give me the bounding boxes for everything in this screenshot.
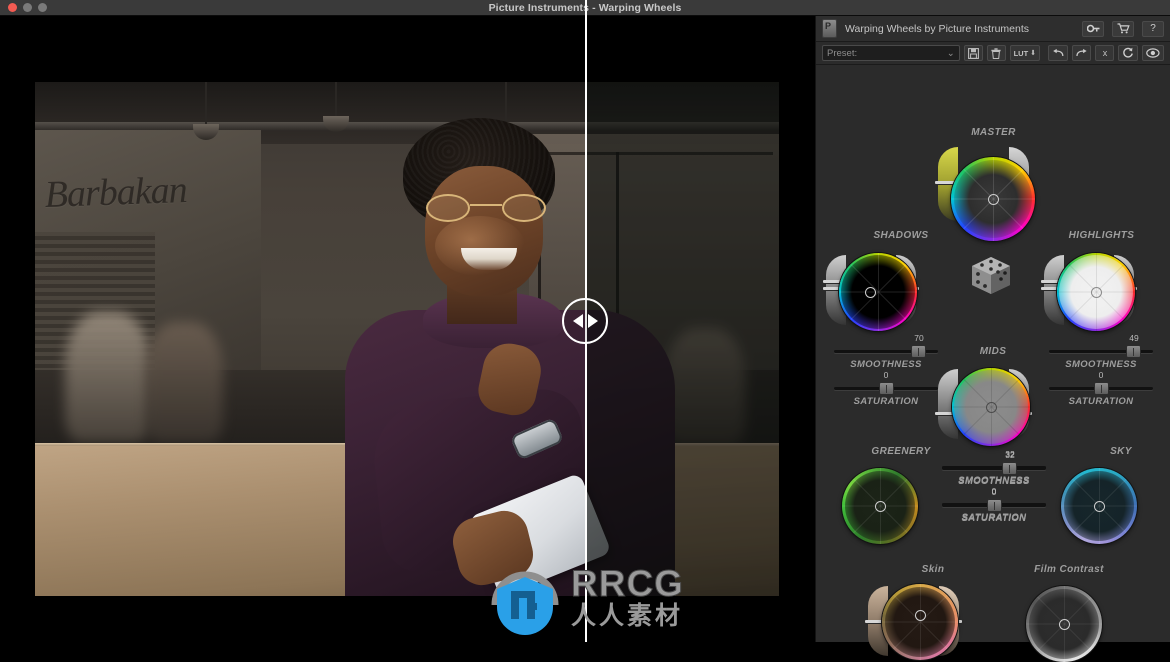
trash-icon	[991, 47, 1001, 59]
watermark-subtitle: 人人素材	[571, 602, 684, 630]
label-highlights-saturation: SATURATION	[1068, 396, 1134, 407]
label-highlights-smoothness: SMOOTHNESS	[1065, 359, 1137, 370]
slider-knob[interactable]	[911, 345, 926, 358]
wheel-knob-mids[interactable]	[986, 402, 997, 413]
reset-circular-arrow-icon	[1123, 47, 1134, 58]
slider-knob[interactable]	[1126, 345, 1141, 358]
save-preset-button[interactable]	[963, 45, 983, 61]
delete-preset-button[interactable]	[986, 45, 1006, 61]
wheel-mids[interactable]	[952, 368, 1030, 446]
clear-button[interactable]: x	[1095, 45, 1115, 61]
wheel-sky[interactable]	[1061, 468, 1137, 544]
plugin-panel: P Warping Wheels by Picture Instruments …	[815, 16, 1170, 662]
label-mids: MIDS	[979, 346, 1007, 357]
wheel-greenery[interactable]	[842, 468, 918, 544]
help-button[interactable]: ?	[1142, 20, 1164, 37]
slider-greenery-sky-smoothness[interactable]: 32	[942, 450, 1046, 475]
dice-randomize-button[interactable]	[967, 251, 1015, 299]
cafe-scene-after	[585, 82, 779, 596]
wheel-film-contrast[interactable]	[1026, 586, 1102, 662]
wheel-knob-film-contrast[interactable]	[1059, 619, 1070, 630]
cart-icon	[1117, 23, 1130, 34]
slider-knob[interactable]	[879, 382, 894, 395]
wheel-knob-greenery[interactable]	[875, 501, 886, 512]
undo-button[interactable]	[1047, 45, 1068, 61]
slider-greenery-sky-saturation[interactable]: 0	[942, 487, 1046, 512]
watermark-text: RRCG 人人素材	[571, 565, 684, 629]
eye-compare-icon	[1146, 48, 1160, 58]
wheel-knob-sky[interactable]	[1094, 501, 1105, 512]
compare-toggle-button[interactable]	[1142, 45, 1164, 61]
slider-value: 0	[991, 487, 997, 497]
wheel-knob-skin[interactable]	[915, 610, 926, 621]
label-highlights: HIGHLIGHTS	[1068, 230, 1135, 241]
split-left-arrow-icon	[572, 314, 583, 328]
chevron-down-icon: ⌄	[946, 47, 955, 59]
label-shadows-smoothness: SMOOTHNESS	[850, 359, 922, 370]
label-film-contrast: Film Contrast	[1034, 564, 1104, 575]
photo-after-half	[585, 82, 779, 596]
slider-highlights-smoothness[interactable]: 49	[1049, 333, 1153, 358]
save-icon	[967, 47, 979, 59]
slider-value: 0	[1098, 370, 1104, 380]
slider-knob[interactable]	[1002, 462, 1017, 475]
picture-instruments-logo-icon: P	[822, 19, 837, 38]
preset-label: Preset:	[827, 47, 858, 59]
wheel-knob-highlights[interactable]	[1091, 287, 1102, 298]
wheels-area: MASTER SHADOWS HIGHLIGHTS 70 SMOOTHNESS …	[816, 65, 1170, 662]
split-right-arrow-icon	[587, 314, 598, 328]
undo-icon	[1053, 48, 1064, 57]
watermark-brand: RRCG	[571, 563, 684, 604]
label-sky: SKY	[1110, 446, 1132, 457]
image-canvas[interactable]: Barbakan RRCG 人人素材	[0, 16, 815, 642]
cart-button[interactable]	[1112, 20, 1134, 37]
cafe-scene-before: Barbakan	[35, 82, 585, 596]
lut-button[interactable]: LUT ⬇	[1009, 45, 1040, 61]
key-icon	[1086, 24, 1099, 33]
before-after-split-handle[interactable]	[562, 298, 608, 344]
slider-track	[942, 467, 1046, 470]
label-greenery-sky-smoothness: SMOOTHNESS	[958, 476, 1030, 487]
dice-icon	[972, 257, 1010, 294]
wheel-knob-master[interactable]	[988, 194, 999, 205]
wheel-master[interactable]	[951, 157, 1035, 241]
slider-value: 0	[883, 370, 889, 380]
wheel-shadows[interactable]	[839, 253, 917, 331]
label-skin: Skin	[921, 564, 945, 575]
rrcg-logo-icon	[487, 559, 563, 635]
label-master: MASTER	[971, 127, 1016, 138]
label-greenery: GREENERY	[871, 446, 931, 457]
slider-knob[interactable]	[987, 499, 1002, 512]
plugin-title: Warping Wheels by Picture Instruments	[845, 22, 1030, 35]
slider-value: 49	[1129, 333, 1139, 343]
slider-value: 32	[1005, 450, 1015, 460]
redo-icon	[1075, 48, 1087, 57]
download-icon: ⬇	[1030, 50, 1037, 57]
label-shadows: SHADOWS	[873, 230, 929, 241]
redo-button[interactable]	[1071, 45, 1092, 61]
slider-highlights-saturation[interactable]: 0	[1049, 370, 1153, 395]
slider-shadows-saturation[interactable]: 0	[834, 370, 938, 395]
wheel-knob-shadows[interactable]	[865, 287, 876, 298]
label-greenery-sky-saturation: SATURATION	[961, 513, 1027, 524]
photo-before-half: Barbakan	[35, 82, 585, 596]
lut-label: LUT	[1013, 48, 1029, 58]
watermark: RRCG 人人素材	[487, 556, 697, 638]
slider-value: 70	[914, 333, 924, 343]
preview-photo[interactable]: Barbakan	[35, 82, 779, 596]
preset-dropdown[interactable]: Preset: ⌄	[822, 45, 960, 61]
license-key-button[interactable]	[1082, 20, 1104, 37]
slider-shadows-smoothness[interactable]: 70	[834, 333, 938, 358]
slider-knob[interactable]	[1094, 382, 1109, 395]
reset-button[interactable]	[1118, 45, 1139, 61]
plugin-toolbar: Preset: ⌄ LUT ⬇ x	[816, 42, 1170, 65]
plugin-header: P Warping Wheels by Picture Instruments …	[816, 16, 1170, 42]
wheel-skin[interactable]	[882, 584, 958, 660]
wheel-highlights[interactable]	[1057, 253, 1135, 331]
label-shadows-saturation: SATURATION	[853, 396, 919, 407]
